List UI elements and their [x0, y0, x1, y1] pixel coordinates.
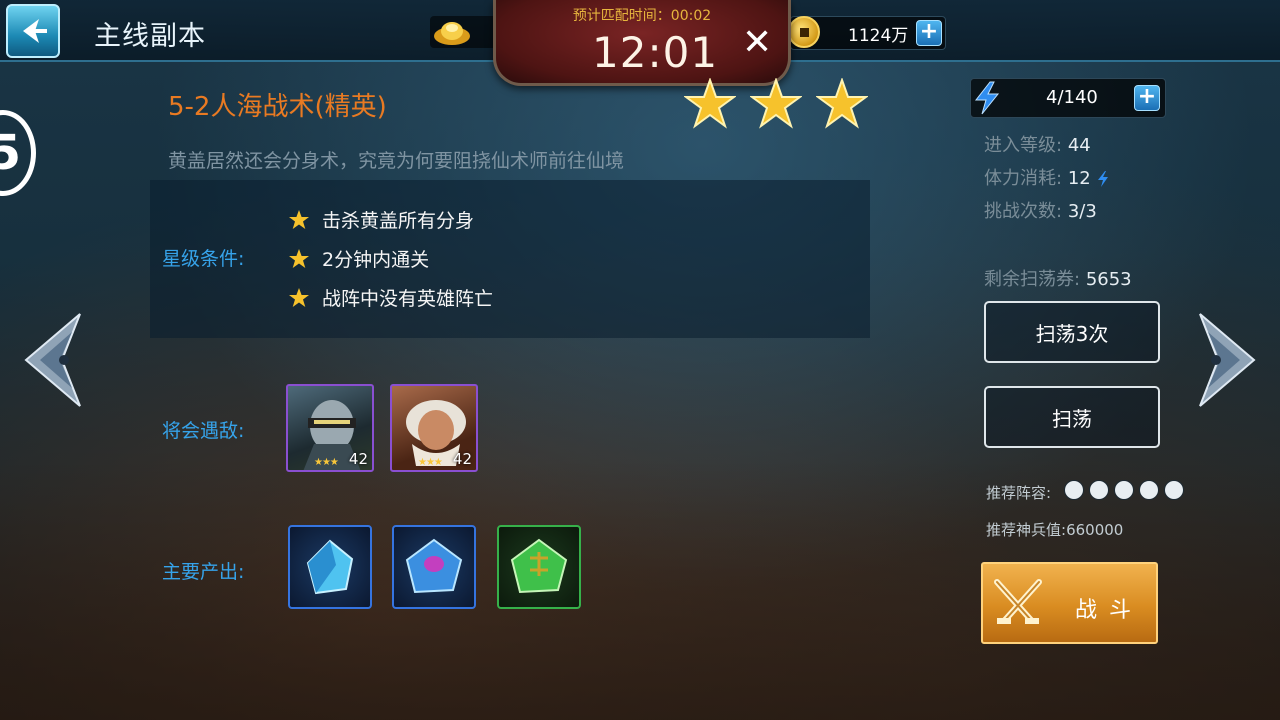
star-icon — [289, 209, 309, 229]
star-condition: 2分钟内通关 — [288, 245, 429, 272]
rewards-label: 主要产出: — [162, 561, 245, 583]
shield-icon — [1114, 480, 1134, 500]
crosshair-icon — [1139, 480, 1159, 500]
star-conditions-label: 星级条件: — [162, 248, 245, 270]
sword-icon — [1064, 480, 1084, 500]
star-conditions-panel — [150, 180, 870, 338]
sweep-tickets: 剩余扫荡券: 5653 — [984, 269, 1132, 290]
back-arrow-icon — [23, 19, 47, 43]
stamina-lightning-icon — [974, 81, 1000, 115]
add-stamina-button[interactable]: + — [1134, 85, 1160, 111]
cancel-matchmaking-button[interactable]: ✕ — [742, 22, 772, 63]
reward-item[interactable] — [392, 525, 476, 609]
fire-icon — [1089, 480, 1109, 500]
sweep-3-times-button[interactable]: 扫荡3次 — [984, 301, 1160, 363]
recommended-weapon-power: 推荐神兵值:660000 — [986, 521, 1124, 539]
star-icon — [289, 287, 309, 307]
drop-icon — [1164, 480, 1184, 500]
entry-level: 进入等级: 44 — [984, 135, 1091, 156]
stage-description: 黄盖居然还会分身术，究竟为何要阻挠仙术师前往仙境 — [168, 150, 625, 172]
star-condition: 战阵中没有英雄阵亡 — [288, 284, 493, 311]
matchmaking-timer-panel: 预计匹配时间：00:02 12:01 ✕ — [493, 0, 791, 86]
recommended-lineup-label: 推荐阵容: — [986, 484, 1052, 502]
reward-item[interactable] — [288, 525, 372, 609]
star-icon — [289, 248, 309, 268]
stage-stars — [684, 78, 868, 130]
add-coin-button[interactable]: + — [916, 20, 942, 46]
blue-gem-tablet-icon — [405, 538, 463, 594]
page-title: 主线副本 — [94, 21, 206, 52]
green-jade-tablet-icon — [510, 538, 568, 594]
gold-ingot-icon — [434, 22, 470, 45]
next-stage-arrow[interactable] — [1196, 310, 1258, 410]
star-condition: 击杀黄盖所有分身 — [288, 206, 474, 233]
matchmaking-timer: 12:01 — [592, 28, 719, 77]
reward-item[interactable] — [497, 525, 581, 609]
stamina-cost: 体力消耗: 12 — [984, 164, 1110, 190]
enemy-portrait[interactable]: ★★★ 42 — [286, 384, 374, 472]
star-icon — [750, 78, 802, 129]
coin-value: 1124万 — [848, 26, 909, 46]
fight-label: 战斗 — [1075, 598, 1144, 623]
recommended-lineup-icons — [1064, 480, 1184, 500]
previous-stage-arrow[interactable] — [22, 310, 84, 410]
coin-icon — [788, 16, 820, 48]
stage-name: 5-2人海战术(精英) — [168, 92, 387, 122]
sweep-button[interactable]: 扫荡 — [984, 386, 1160, 448]
enemies-label: 将会遇敌: — [162, 420, 245, 442]
star-icon — [816, 78, 868, 129]
blue-crystal-icon — [306, 539, 354, 595]
crossed-swords-icon — [994, 579, 1042, 624]
star-icon — [684, 78, 736, 129]
enemy-portrait[interactable]: ★★★ 42 — [390, 384, 478, 472]
stamina-lightning-icon — [1098, 171, 1109, 187]
fight-button[interactable]: 战斗 — [981, 562, 1158, 644]
back-button[interactable] — [6, 4, 60, 58]
stamina-value: 4/140 — [1046, 87, 1098, 108]
challenge-count: 挑战次数: 3/3 — [984, 201, 1097, 222]
